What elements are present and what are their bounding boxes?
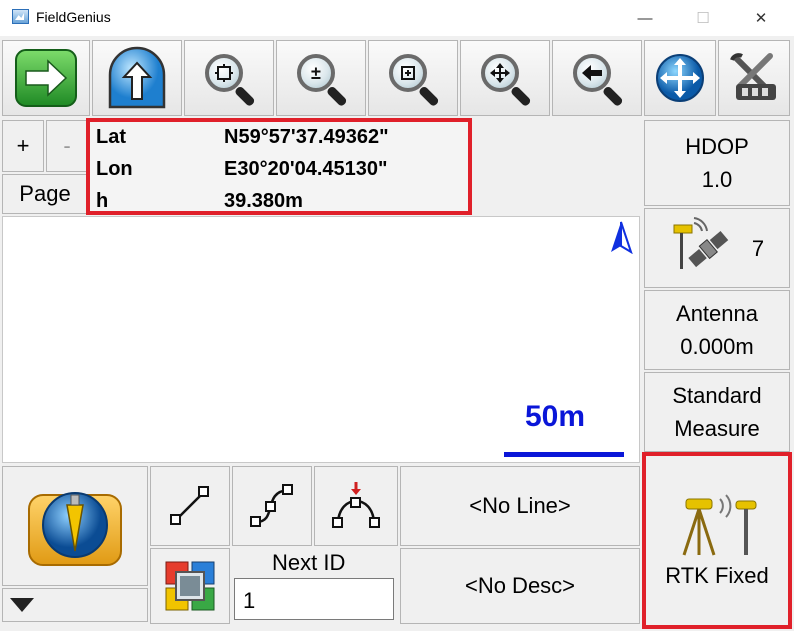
measure-mode-line2: Measure	[674, 416, 760, 441]
curve-icon	[250, 484, 293, 527]
globe-button[interactable]	[644, 40, 716, 116]
north-arrow-icon	[611, 221, 633, 254]
minimize-button[interactable]: —	[622, 4, 668, 32]
maximize-button[interactable]: ☐	[680, 4, 726, 32]
position-readout: Lat N59°57'37.49362" Lon E30°20'04.45130…	[86, 118, 472, 215]
zoom-extents-button[interactable]	[184, 40, 274, 116]
h-label: h	[96, 190, 109, 212]
hdop-button[interactable]: HDOP 1.0	[644, 120, 790, 206]
zoom-window-icon	[385, 50, 441, 108]
page-button[interactable]: Page	[2, 174, 88, 214]
scale-bar	[504, 452, 624, 457]
antenna-value: 0.000m	[680, 334, 754, 359]
arc-point-icon	[332, 482, 380, 528]
hdop-label: HDOP	[685, 134, 749, 159]
next-id-input[interactable]: 1	[234, 578, 394, 620]
line-tool-button[interactable]	[150, 466, 230, 546]
next-id-label: Next ID	[272, 550, 346, 575]
survey-menu-button[interactable]	[2, 466, 148, 586]
zoom-window-button[interactable]	[368, 40, 458, 116]
zoom-in-out-icon: ±	[293, 50, 349, 108]
triangle-down-icon	[10, 598, 34, 612]
antenna-button[interactable]: Antenna 0.000m	[644, 290, 790, 370]
h-value: 39.380m	[224, 190, 303, 212]
lon-value: E30°20'04.45130"	[224, 158, 388, 180]
measure-mode-button[interactable]: Standard Measure	[644, 372, 790, 452]
map-arrow-icon	[108, 46, 166, 109]
curve-tool-button[interactable]	[232, 466, 312, 546]
main-menu-button[interactable]	[2, 40, 90, 116]
rtk-status-button[interactable]: RTK Fixed	[642, 452, 792, 629]
zoom-previous-icon	[569, 50, 625, 108]
zoom-previous-button[interactable]	[552, 40, 642, 116]
plumb-bob-icon	[28, 492, 122, 566]
lat-label: Lat	[96, 126, 126, 148]
zoom-extents-icon	[201, 50, 257, 108]
satellite-count: 7	[751, 235, 765, 261]
rtk-status-label: RTK Fixed	[665, 562, 769, 588]
app-icon	[12, 9, 29, 24]
scale-label: 50m	[525, 400, 586, 433]
layers-button[interactable]	[150, 548, 230, 624]
tools-icon	[730, 53, 776, 100]
pan-icon	[477, 50, 533, 108]
line-select-button[interactable]: <No Line>	[400, 466, 640, 546]
zoom-in-out-button[interactable]: ±	[276, 40, 366, 116]
map-home-button[interactable]	[92, 40, 182, 116]
line-select-value: <No Line>	[469, 493, 571, 518]
arc-tool-button[interactable]	[314, 466, 398, 546]
pan-button[interactable]	[460, 40, 550, 116]
zoom-plus-button[interactable]: +	[2, 120, 44, 172]
line-segment-icon	[170, 486, 209, 525]
measure-mode-line1: Standard	[672, 383, 762, 408]
close-button[interactable]: ✕	[738, 4, 784, 32]
satellites-button[interactable]: 7	[644, 208, 790, 288]
satellite-icon	[673, 217, 729, 269]
survey-dropdown-button[interactable]	[2, 588, 148, 622]
title-bar	[0, 0, 794, 36]
lat-value: N59°57'37.49362"	[224, 126, 389, 148]
antenna-label: Antenna	[676, 301, 758, 326]
lon-label: Lon	[96, 158, 133, 180]
description-select-value: <No Desc>	[464, 573, 576, 598]
hdop-value: 1.0	[701, 167, 733, 192]
description-select-button[interactable]: <No Desc>	[400, 548, 640, 624]
globe-arrows-icon	[656, 54, 704, 102]
zoom-minus-button[interactable]: -	[46, 120, 88, 172]
settings-button[interactable]	[718, 40, 790, 116]
rtk-rover-icon	[682, 493, 757, 555]
window-title: FieldGenius	[36, 9, 111, 25]
layers-icon	[165, 561, 215, 611]
arrow-right-icon	[15, 49, 77, 107]
